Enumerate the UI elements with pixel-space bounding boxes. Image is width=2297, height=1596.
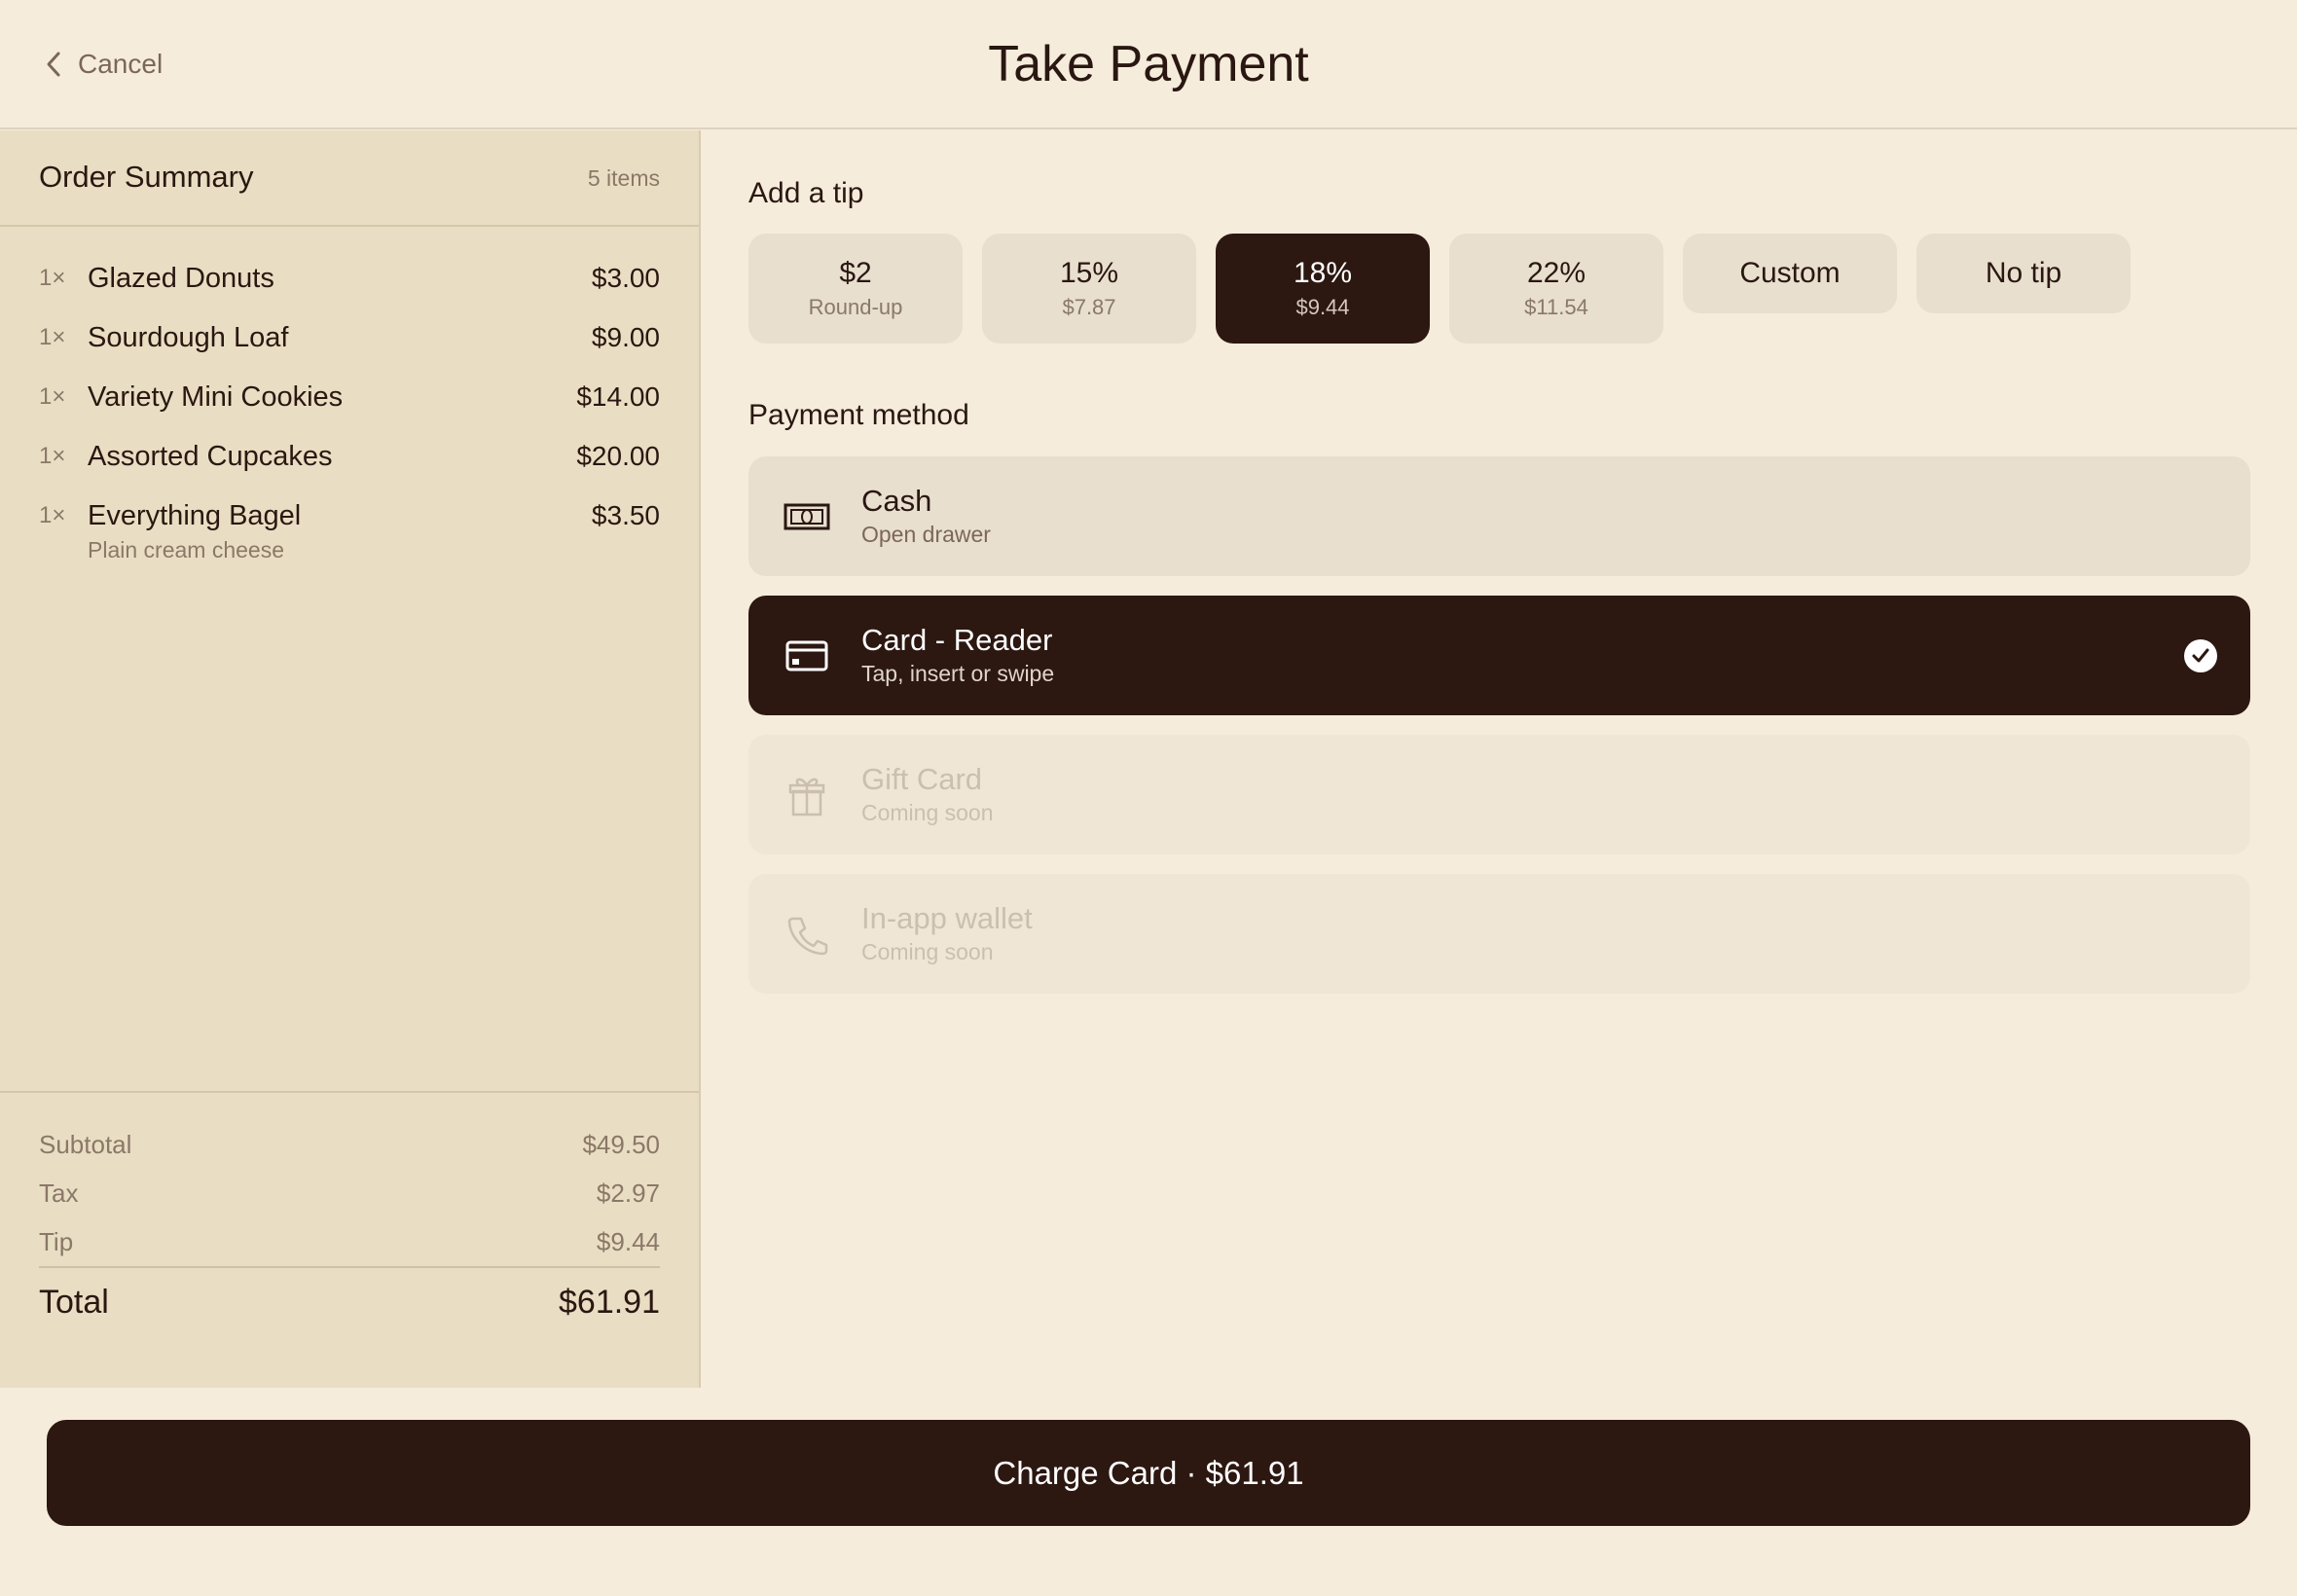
payment-method-subtitle: Open drawer	[861, 522, 991, 547]
phone-icon	[787, 917, 828, 956]
tip-option-sub: Round-up	[808, 295, 903, 319]
tip-option-sub: $9.44	[1295, 295, 1350, 319]
tip-option-custom[interactable]: Custom	[1683, 234, 1897, 313]
list-item: 1× Assorted Cupcakes $20.00	[39, 441, 660, 500]
tip-option-15[interactable]: 15% $7.87	[982, 234, 1196, 344]
payment-method-cash[interactable]: Cash Open drawer	[748, 456, 2250, 576]
header: Cancel Take Payment	[0, 0, 2297, 129]
totals-divider	[39, 1266, 660, 1268]
item-qty: 1×	[39, 324, 66, 350]
tip-value: $9.44	[596, 1227, 660, 1256]
item-qty: 1×	[39, 265, 66, 291]
item-qty: 1×	[39, 502, 66, 528]
payment-method-title: Card - Reader	[861, 623, 1053, 657]
payment-method-title: Cash	[861, 484, 932, 518]
selected-check-icon	[2184, 639, 2217, 672]
payment-method-title: Gift Card	[861, 762, 983, 796]
payment-method-gift-card: Gift Card Coming soon	[748, 735, 2250, 854]
tax-value: $2.97	[596, 1179, 660, 1208]
tip-label: Tip	[39, 1227, 74, 1256]
subtotal-label: Subtotal	[39, 1130, 132, 1159]
item-price: $14.00	[576, 381, 660, 412]
card-icon	[785, 640, 828, 671]
payment-method-subtitle: Tap, insert or swipe	[861, 661, 1055, 686]
gift-icon	[788, 778, 825, 816]
item-price: $9.00	[591, 322, 660, 352]
item-price: $3.50	[591, 500, 660, 530]
order-summary-header: Order Summary 5 items	[0, 130, 699, 227]
item-name: Everything Bagel	[88, 500, 302, 531]
item-price: $20.00	[576, 441, 660, 471]
cash-icon	[784, 503, 830, 530]
payment-method-title: In-app wallet	[861, 901, 1033, 935]
tip-option-main: 22%	[1526, 257, 1586, 289]
item-count: 5 items	[587, 165, 660, 191]
payment-method-subtitle: Coming soon	[861, 800, 994, 825]
item-name: Sourdough Loaf	[88, 322, 289, 353]
order-summary-title: Order Summary	[39, 160, 254, 194]
tip-option-main: No tip	[1985, 257, 2062, 289]
tip-section-label: Add a tip	[748, 177, 864, 209]
tip-option-round-up[interactable]: $2 Round-up	[748, 234, 963, 344]
tip-option-main: Custom	[1739, 257, 1841, 289]
item-price: $3.00	[591, 263, 660, 293]
list-item: 1× Everything Bagel $3.50 Plain cream ch…	[39, 500, 660, 562]
order-items-list: 1× Glazed Donuts $3.00 1× Sourdough Loaf…	[39, 263, 660, 562]
item-qty: 1×	[39, 383, 66, 410]
tip-option-main: 18%	[1293, 257, 1353, 289]
tip-option-22[interactable]: 22% $11.54	[1449, 234, 1663, 344]
charge-card-button[interactable]: Charge Card · $61.91	[47, 1420, 2250, 1526]
total-value: $61.91	[559, 1284, 660, 1321]
list-item: 1× Glazed Donuts $3.00	[39, 263, 660, 322]
subtotal-value: $49.50	[582, 1130, 660, 1159]
tip-option-main: 15%	[1059, 257, 1119, 289]
tip-option-sub: $11.54	[1524, 295, 1588, 319]
item-name: Glazed Donuts	[88, 263, 274, 294]
tax-label: Tax	[39, 1179, 79, 1208]
payment-method-card-reader[interactable]: Card - Reader Tap, insert or swipe	[748, 596, 2250, 715]
payment-method-in-app-wallet: In-app wallet Coming soon	[748, 874, 2250, 994]
tip-option-main: $2	[839, 257, 872, 289]
payment-section-label: Payment method	[748, 399, 969, 431]
item-name: Variety Mini Cookies	[88, 381, 344, 413]
item-note: Plain cream cheese	[88, 537, 284, 562]
order-summary-panel: Order Summary 5 items 1× Glazed Donuts $…	[0, 130, 701, 1388]
list-item: 1× Sourdough Loaf $9.00	[39, 322, 660, 381]
order-totals: Subtotal $49.50 Tax $2.97 Tip $9.44 Tota…	[0, 1091, 699, 1388]
tip-option-18[interactable]: 18% $9.44	[1216, 234, 1430, 344]
item-name: Assorted Cupcakes	[88, 441, 333, 472]
tip-option-sub: $7.87	[1062, 295, 1116, 319]
total-label: Total	[39, 1284, 109, 1321]
tip-option-no-tip[interactable]: No tip	[1916, 234, 2131, 313]
payment-method-subtitle: Coming soon	[861, 939, 994, 964]
item-qty: 1×	[39, 443, 66, 469]
page-title: Take Payment	[988, 36, 1309, 92]
list-item: 1× Variety Mini Cookies $14.00	[39, 381, 660, 441]
